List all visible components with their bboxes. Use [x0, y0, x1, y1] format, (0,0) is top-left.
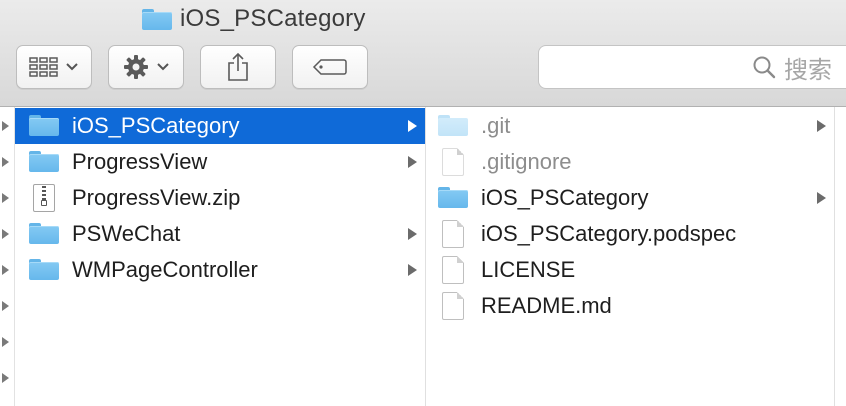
- item-label: README.md: [481, 293, 612, 318]
- disclosure-arrow-icon: [408, 120, 417, 132]
- item-label: iOS_PSCategory: [481, 185, 649, 210]
- disclosure-arrow-icon: [408, 156, 417, 168]
- item-label: iOS_PSCategory: [72, 113, 240, 138]
- share-button[interactable]: [200, 45, 276, 89]
- window-title: iOS_PSCategory: [142, 4, 366, 34]
- browser-column-2: .git .gitignore iOS_PSCategory iOS_PSCat…: [426, 107, 835, 406]
- zip-icon: [33, 184, 55, 212]
- disclosure-arrow-icon: [2, 157, 9, 167]
- folder-icon: [29, 259, 59, 280]
- disclosure-arrow-icon: [2, 337, 9, 347]
- search-field[interactable]: 搜索: [538, 45, 846, 89]
- tag-icon: [312, 59, 347, 75]
- document-icon: [442, 292, 464, 320]
- window-title-text: iOS_PSCategory: [180, 5, 366, 32]
- window-toolbar: iOS_PSCategory 搜索: [0, 0, 846, 107]
- folder-icon: [438, 187, 468, 208]
- list-item-podspec[interactable]: iOS_PSCategory.podspec: [426, 216, 834, 252]
- gear-icon: [124, 55, 148, 79]
- chevron-down-icon: [157, 63, 169, 71]
- item-label: iOS_PSCategory.podspec: [481, 221, 737, 246]
- disclosure-arrow-icon: [2, 265, 9, 275]
- chevron-down-icon: [66, 63, 78, 71]
- browser-column-1: iOS_PSCategory ProgressView ProgressView…: [14, 107, 426, 406]
- list-item-progressview-zip[interactable]: ProgressView.zip: [15, 180, 425, 216]
- document-icon: [442, 256, 464, 284]
- search-placeholder: 搜索: [784, 56, 832, 84]
- view-options-button[interactable]: [16, 45, 92, 89]
- disclosure-arrow-icon: [2, 121, 9, 131]
- folder-icon: [29, 223, 59, 244]
- action-menu-button[interactable]: [108, 45, 184, 89]
- item-label: ProgressView.zip: [72, 185, 241, 210]
- folder-icon: [438, 115, 468, 136]
- list-item-gitignore[interactable]: .gitignore: [426, 144, 834, 180]
- list-item-readme[interactable]: README.md: [426, 288, 834, 324]
- list-item-pswechat[interactable]: PSWeChat: [15, 216, 425, 252]
- list-item-wmpagecontroller[interactable]: WMPageController: [15, 252, 425, 288]
- disclosure-arrow-icon: [2, 229, 9, 239]
- item-label: WMPageController: [72, 257, 258, 282]
- previous-column-edge[interactable]: [0, 107, 12, 406]
- list-item-license[interactable]: LICENSE: [426, 252, 834, 288]
- item-label: PSWeChat: [72, 221, 181, 246]
- document-icon: [442, 148, 464, 176]
- list-item-ios-pscategory[interactable]: iOS_PSCategory: [15, 108, 425, 144]
- item-label: LICENSE: [481, 257, 576, 282]
- item-label: .git: [481, 113, 511, 138]
- share-icon: [228, 52, 248, 81]
- folder-icon: [29, 115, 59, 136]
- disclosure-arrow-icon: [2, 301, 9, 311]
- disclosure-arrow-icon: [2, 193, 9, 203]
- list-item-ios-pscategory-folder[interactable]: iOS_PSCategory: [426, 180, 834, 216]
- disclosure-arrow-icon: [408, 228, 417, 240]
- search-icon: [753, 56, 776, 79]
- folder-icon: [29, 151, 59, 172]
- disclosure-arrow-icon: [408, 264, 417, 276]
- disclosure-arrow-icon: [2, 373, 9, 383]
- list-item-progressview[interactable]: ProgressView: [15, 144, 425, 180]
- folder-icon: [142, 8, 172, 30]
- item-label: ProgressView: [72, 149, 208, 174]
- disclosure-arrow-icon: [817, 120, 826, 132]
- icon-view-grid-icon: [29, 57, 58, 77]
- item-label: .gitignore: [481, 149, 572, 174]
- document-icon: [442, 220, 464, 248]
- list-item-git[interactable]: .git: [426, 108, 834, 144]
- edit-tags-button[interactable]: [292, 45, 368, 89]
- disclosure-arrow-icon: [817, 192, 826, 204]
